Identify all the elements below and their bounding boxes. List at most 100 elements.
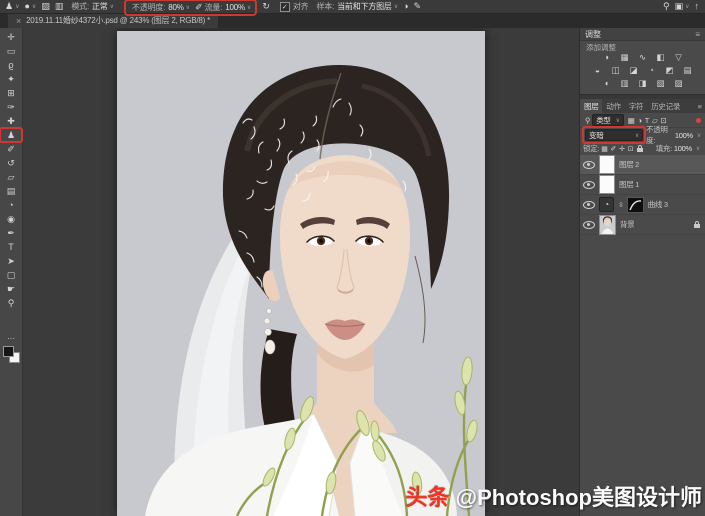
- tab-actions[interactable]: 动作: [602, 99, 624, 113]
- layer-row-layer1[interactable]: 图层 1: [580, 175, 705, 195]
- layer-name[interactable]: 背景: [620, 219, 634, 230]
- path-select-tool-icon[interactable]: ➤: [0, 254, 22, 268]
- visibility-eye-icon[interactable]: [583, 221, 595, 229]
- filter-adjustment-icon[interactable]: ◑: [638, 116, 642, 125]
- layer-row-layer2[interactable]: 图层 2: [580, 155, 705, 175]
- opacity-value[interactable]: 80%: [168, 3, 183, 12]
- lock-transparent-icon[interactable]: ▦: [601, 145, 607, 153]
- tab-layers[interactable]: 图层: [580, 99, 602, 113]
- layer-name[interactable]: 图层 1: [619, 179, 639, 190]
- selective-color-icon[interactable]: ▨: [673, 78, 685, 89]
- brush-preset-picker-icon[interactable]: ●: [24, 0, 29, 13]
- toggle-brushes-panel-icon[interactable]: ▥: [55, 0, 64, 13]
- lasso-tool-icon[interactable]: ϱ: [0, 58, 22, 72]
- layer-row-background[interactable]: 背景: [580, 215, 705, 235]
- curves-icon[interactable]: ∿: [637, 52, 649, 63]
- layer-thumbnail[interactable]: [599, 175, 615, 194]
- share-icon[interactable]: ↑: [695, 0, 700, 13]
- hand-tool-icon[interactable]: ☛: [0, 282, 22, 296]
- close-tab-icon[interactable]: ×: [16, 16, 21, 26]
- chevron-down-icon[interactable]: ∨: [15, 3, 19, 10]
- invert-icon[interactable]: ◖: [601, 78, 613, 89]
- chevron-down-icon[interactable]: ∨: [696, 145, 700, 152]
- layer-row-curves3[interactable]: ◔ ∞ 曲线 3: [580, 195, 705, 215]
- filter-type-dropdown[interactable]: 类型 ∨: [592, 114, 624, 126]
- blur-tool-icon[interactable]: ◔: [0, 198, 22, 212]
- search-icon[interactable]: ⚲: [585, 116, 590, 125]
- chevron-down-icon[interactable]: ∨: [685, 3, 689, 10]
- pen-tool-icon[interactable]: ✒: [0, 226, 22, 240]
- toggle-brush-settings-icon[interactable]: ▨: [41, 0, 50, 13]
- layer-name[interactable]: 图层 2: [619, 159, 639, 170]
- active-tool-preview-icon[interactable]: ♟: [5, 0, 13, 13]
- adjustments-panel-header[interactable]: 调整 ≡: [580, 28, 705, 41]
- chevron-down-icon[interactable]: ∨: [697, 132, 701, 139]
- type-tool-icon[interactable]: T: [0, 240, 22, 254]
- vibrance-icon[interactable]: ▽: [673, 52, 685, 63]
- fill-value[interactable]: 100%: [674, 144, 692, 153]
- dodge-tool-icon[interactable]: ◉: [0, 212, 22, 226]
- spot-healing-tool-icon[interactable]: ✚: [0, 114, 22, 128]
- exposure-icon[interactable]: ◧: [655, 52, 667, 63]
- chevron-down-icon[interactable]: ∨: [394, 3, 398, 10]
- tab-history[interactable]: 历史记录: [647, 99, 684, 113]
- layer-mask-thumbnail[interactable]: [627, 197, 644, 213]
- mode-value[interactable]: 正常: [92, 1, 108, 12]
- posterize-icon[interactable]: ▥: [619, 78, 631, 89]
- visibility-eye-icon[interactable]: [583, 161, 595, 169]
- aligned-checkbox[interactable]: ✓: [280, 2, 290, 12]
- chevron-down-icon[interactable]: ∨: [186, 4, 190, 11]
- layer-thumbnail[interactable]: [599, 215, 616, 235]
- eyedropper-tool-icon[interactable]: ✑: [0, 100, 22, 114]
- layer-opacity-value[interactable]: 100%: [675, 131, 693, 140]
- brush-angle-icon[interactable]: ↻: [262, 0, 270, 13]
- panel-menu-icon[interactable]: ≡: [695, 30, 700, 39]
- magic-wand-tool-icon[interactable]: ✦: [0, 72, 22, 86]
- lock-all-icon[interactable]: [637, 148, 643, 152]
- crop-tool-icon[interactable]: ⊞: [0, 86, 22, 100]
- sample-value[interactable]: 当前和下方图层: [337, 1, 392, 12]
- color-swatches[interactable]: [3, 346, 20, 363]
- workspace-icon[interactable]: ▣: [675, 0, 684, 13]
- visibility-eye-icon[interactable]: [583, 181, 595, 189]
- foreground-color-swatch[interactable]: [3, 346, 14, 357]
- pressure-size-icon[interactable]: ✎: [414, 0, 422, 13]
- chevron-down-icon[interactable]: ∨: [247, 4, 251, 11]
- panel-menu-icon[interactable]: ≡: [698, 99, 705, 113]
- brush-tool-icon[interactable]: ✐: [0, 142, 22, 156]
- chevron-down-icon[interactable]: ∨: [110, 3, 114, 10]
- filter-toggle-icon[interactable]: [696, 118, 701, 123]
- chevron-down-icon[interactable]: ∨: [32, 3, 36, 10]
- flow-value[interactable]: 100%: [225, 3, 245, 12]
- lock-position-icon[interactable]: ✛: [619, 145, 625, 153]
- tab-character[interactable]: 字符: [625, 99, 647, 113]
- visibility-eye-icon[interactable]: [583, 201, 595, 209]
- color-lookup-icon[interactable]: ▤: [682, 65, 694, 76]
- history-brush-tool-icon[interactable]: ↺: [0, 156, 22, 170]
- ignore-adjustment-layers-icon[interactable]: ◑: [403, 0, 408, 13]
- black-white-icon[interactable]: ◪: [628, 65, 640, 76]
- filter-pixel-icon[interactable]: ▦: [628, 116, 635, 125]
- color-balance-icon[interactable]: ◫: [610, 65, 622, 76]
- photo-filter-icon[interactable]: ◔: [646, 65, 658, 76]
- threshold-icon[interactable]: ◨: [637, 78, 649, 89]
- levels-icon[interactable]: ▦: [619, 52, 631, 63]
- toolbar-ellipsis-icon[interactable]: ⋯: [0, 334, 22, 343]
- airbrush-icon[interactable]: ✐: [195, 1, 203, 14]
- shape-tool-icon[interactable]: ▢: [0, 268, 22, 282]
- gradient-map-icon[interactable]: ▧: [655, 78, 667, 89]
- lock-artboard-icon[interactable]: ⊡: [628, 145, 634, 153]
- blend-mode-dropdown[interactable]: 变暗 ∨: [585, 129, 643, 141]
- curves-adjustment-icon[interactable]: ◔: [599, 197, 614, 212]
- move-tool-icon[interactable]: ✛: [0, 30, 22, 44]
- brightness-contrast-icon[interactable]: ◑: [601, 52, 613, 63]
- canvas-pasteboard[interactable]: [22, 28, 580, 516]
- eraser-tool-icon[interactable]: ▱: [0, 170, 22, 184]
- zoom-tool-icon[interactable]: ⚲: [0, 296, 22, 310]
- gradient-tool-icon[interactable]: ▤: [0, 184, 22, 198]
- marquee-tool-icon[interactable]: ▭: [0, 44, 22, 58]
- layer-name[interactable]: 曲线 3: [648, 199, 668, 210]
- channel-mixer-icon[interactable]: ◩: [664, 65, 676, 76]
- lock-pixels-icon[interactable]: ✐: [611, 145, 617, 153]
- layer-thumbnail[interactable]: [599, 155, 615, 174]
